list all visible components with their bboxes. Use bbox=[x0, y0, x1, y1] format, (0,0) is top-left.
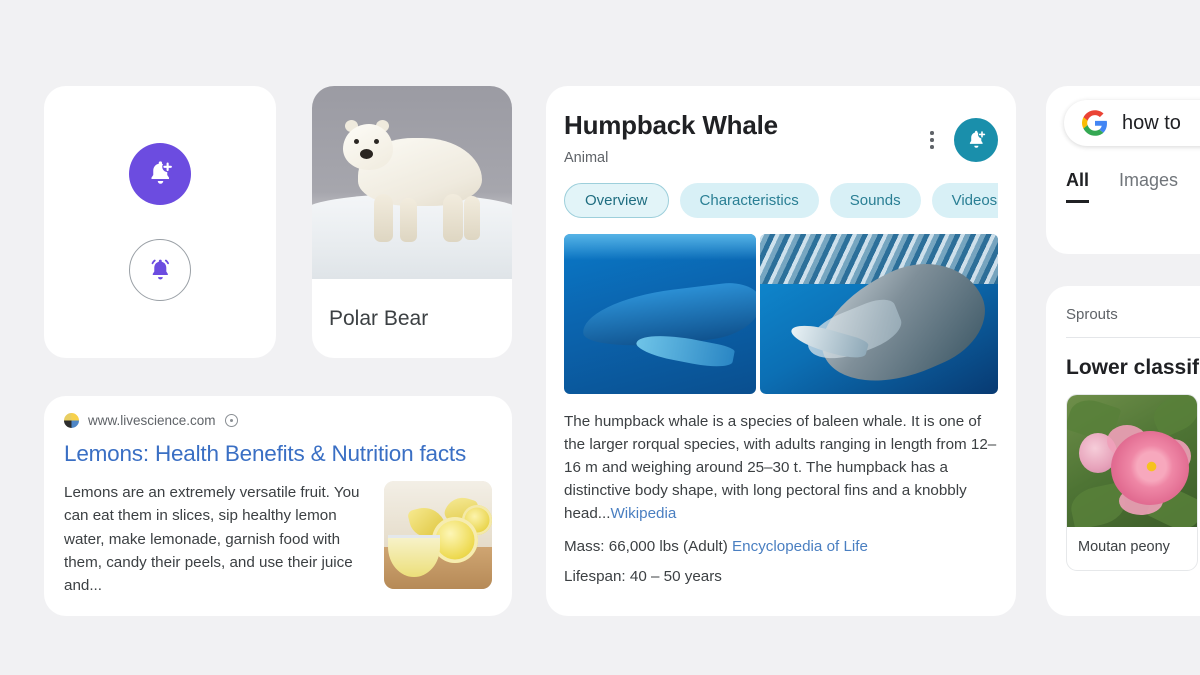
polar-bear-card[interactable]: Polar Bear bbox=[312, 86, 512, 358]
dot bbox=[930, 131, 934, 135]
tab-all[interactable]: All bbox=[1066, 170, 1090, 203]
search-query-text: how to bbox=[1122, 111, 1181, 134]
result-source-row: www.livescience.com bbox=[64, 413, 492, 428]
whale-description: The humpback whale is a species of balee… bbox=[564, 410, 998, 525]
fact-lifespan-label: Lifespan: bbox=[564, 568, 626, 586]
whale-subtitle: Animal bbox=[564, 150, 609, 166]
water-surface-light bbox=[564, 234, 756, 260]
fact-mass-label: Mass: bbox=[564, 538, 605, 556]
peony-bloom bbox=[1111, 431, 1189, 505]
bear-leg bbox=[443, 194, 463, 242]
chip-overview[interactable]: Overview bbox=[564, 183, 669, 218]
whale-photo-strip bbox=[564, 234, 998, 394]
google-search-panel: how to All Images bbox=[1046, 86, 1200, 254]
moutan-peony-photo bbox=[1067, 395, 1197, 527]
livescience-favicon-icon bbox=[64, 413, 79, 428]
bear-eye bbox=[354, 139, 359, 144]
dot bbox=[930, 145, 934, 149]
peony-caption: Moutan peony bbox=[1078, 539, 1170, 555]
result-title-link[interactable]: Lemons: Health Benefits & Nutrition fact… bbox=[64, 441, 492, 467]
result-body: Lemons are an extremely versatile fruit.… bbox=[64, 481, 492, 597]
more-vertical-icon[interactable] bbox=[922, 125, 942, 155]
lower-classifications-panel: Sprouts Lower classif Moutan peony bbox=[1046, 286, 1200, 616]
whale-photo-underwater[interactable] bbox=[564, 234, 756, 394]
result-thumbnail[interactable] bbox=[384, 481, 492, 589]
chip-sounds[interactable]: Sounds bbox=[829, 183, 921, 218]
fact-lifespan: Lifespan: 40 – 50 years bbox=[564, 568, 998, 585]
bell-plus-icon bbox=[969, 130, 986, 148]
whale-section-chips: Overview Characteristics Sounds Videos bbox=[564, 183, 998, 218]
peony-tile[interactable]: Moutan peony bbox=[1066, 394, 1198, 572]
encyclopedia-of-life-link[interactable]: Encyclopedia of Life bbox=[732, 538, 868, 555]
about-this-result-icon[interactable] bbox=[224, 414, 238, 427]
lemon-search-result-card: www.livescience.com Lemons: Health Benef… bbox=[44, 396, 512, 616]
bear-head bbox=[343, 124, 393, 170]
page-title: Humpback Whale bbox=[564, 110, 778, 140]
bear-eye bbox=[374, 139, 379, 144]
google-g-icon bbox=[1082, 110, 1107, 136]
dot bbox=[930, 138, 934, 142]
bear-leg bbox=[374, 194, 393, 242]
search-input[interactable]: how to bbox=[1064, 100, 1200, 146]
follow-notification-button[interactable] bbox=[954, 118, 998, 162]
section-label-sprouts: Sprouts bbox=[1066, 306, 1118, 323]
search-result-tabs: All Images bbox=[1046, 146, 1200, 203]
tab-images[interactable]: Images bbox=[1119, 170, 1178, 203]
polar-bear-photo bbox=[312, 86, 512, 279]
whale-header-actions bbox=[922, 110, 998, 162]
bear-nose bbox=[360, 149, 373, 159]
chip-characteristics[interactable]: Characteristics bbox=[679, 183, 819, 218]
bear-leg bbox=[400, 198, 417, 242]
bell-ringing-icon bbox=[151, 259, 169, 280]
result-url[interactable]: www.livescience.com bbox=[88, 413, 216, 428]
screenshot-canvas: Polar Bear Humpback Whale Animal Overvie… bbox=[0, 0, 1200, 675]
notifications-on-button[interactable] bbox=[129, 239, 191, 301]
fact-mass-value: 66,000 lbs (Adult) bbox=[608, 538, 728, 556]
whale-title-block: Humpback Whale Animal bbox=[564, 110, 922, 166]
notification-demo-card bbox=[44, 86, 276, 358]
humpback-whale-knowledge-card: Humpback Whale Animal Overview Character… bbox=[546, 86, 1016, 616]
fact-mass: Mass: 66,000 lbs (Adult) Encyclopedia of… bbox=[564, 538, 998, 555]
whale-card-header: Humpback Whale Animal bbox=[564, 110, 998, 166]
bell-plus-icon bbox=[151, 161, 173, 184]
whale-photo-surfacing[interactable] bbox=[760, 234, 998, 394]
section-heading: Lower classif bbox=[1066, 356, 1200, 379]
add-notification-button[interactable] bbox=[129, 143, 191, 205]
bear-leg bbox=[464, 196, 480, 240]
wikipedia-link[interactable]: Wikipedia bbox=[610, 505, 676, 522]
chip-videos[interactable]: Videos bbox=[931, 183, 998, 218]
result-snippet: Lemons are an extremely versatile fruit.… bbox=[64, 484, 360, 594]
bell-icon-stack bbox=[44, 86, 276, 358]
fact-lifespan-value: 40 – 50 years bbox=[629, 568, 722, 586]
polar-bear-caption: Polar Bear bbox=[329, 306, 429, 330]
